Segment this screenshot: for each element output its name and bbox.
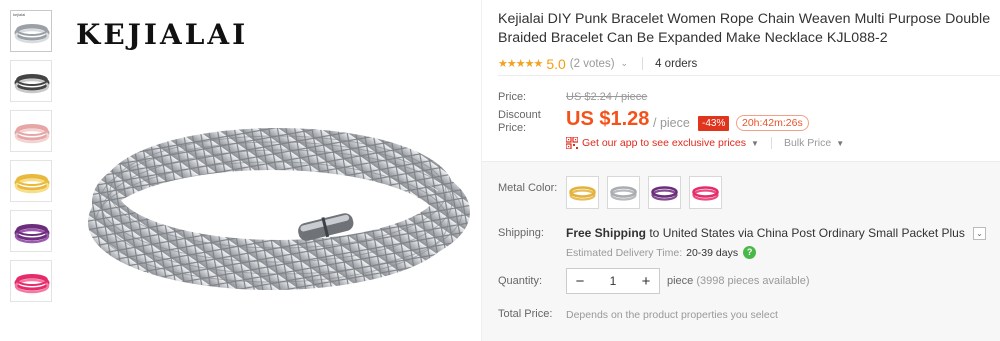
swatch-bracelet-image	[692, 185, 719, 201]
thumbnail-bracelet-image	[14, 74, 50, 94]
quantity-availability: piece (3998 pieces available)	[667, 275, 810, 287]
main-product-image[interactable]: KEJIALAI	[62, 6, 480, 336]
divider	[642, 57, 644, 70]
shipping-dropdown-icon[interactable]: ⌄	[973, 227, 986, 240]
divider	[770, 137, 772, 149]
thumbnail-list: kejialai	[10, 10, 54, 310]
price-label: Price:	[498, 91, 527, 103]
total-price-note: Depends on the product properties you se…	[566, 309, 778, 321]
brand-logo: KEJIALAI	[76, 18, 249, 51]
help-icon[interactable]: ?	[743, 246, 757, 259]
swatch-bracelet-image	[569, 185, 596, 201]
bulk-price-link[interactable]: Bulk Price	[784, 137, 831, 149]
estimated-delivery-label: Estimated Delivery Time:	[566, 246, 683, 259]
total-price-label: Total Price:	[498, 308, 553, 320]
thumbnail-bracelet-image	[14, 24, 50, 44]
dropdown-caret-icon[interactable]: ▼	[836, 139, 844, 148]
thumbnail-bracelet-image	[14, 274, 50, 294]
product-info-panel: Kejialai DIY Punk Bracelet Women Rope Ch…	[481, 0, 1000, 341]
thumbnail-bracelet-image	[14, 124, 50, 144]
product-title: Kejialai DIY Punk Bracelet Women Rope Ch…	[498, 11, 991, 46]
color-swatch-rose[interactable]	[689, 176, 722, 209]
pieces-available: (3998 pieces available)	[696, 275, 810, 287]
qr-code-icon	[566, 137, 578, 149]
estimated-delivery-days: 20-39 days	[686, 246, 739, 259]
thumbnail-2[interactable]	[10, 60, 52, 102]
quantity-unit: piece	[667, 275, 694, 287]
shipping-label: Shipping:	[498, 227, 544, 239]
original-price: US $2.24 / piece	[566, 91, 648, 103]
quantity-stepper: − +	[566, 268, 660, 294]
color-swatch-list	[566, 176, 730, 209]
countdown-timer: 20h:42m:26s	[736, 115, 809, 131]
shipping-info: Free Shipping to United States via China…	[566, 226, 965, 240]
app-deal-link[interactable]: Get our app to see exclusive prices	[582, 137, 746, 149]
free-shipping-text: Free Shipping	[566, 226, 647, 240]
swatch-bracelet-image	[610, 185, 637, 201]
metal-color-label: Metal Color:	[498, 182, 558, 194]
purchase-options: Metal Color: Shipping: Free Shipping to …	[482, 161, 1000, 341]
current-price: US $1.28	[566, 108, 650, 130]
rating-value: 5.0	[546, 55, 566, 72]
chevron-down-icon[interactable]: ⌄	[621, 58, 629, 69]
increase-quantity-button[interactable]: +	[633, 273, 659, 290]
votes-link[interactable]: (2 votes)	[570, 58, 615, 70]
thumbnail-6[interactable]	[10, 260, 52, 302]
star-rating-icon: ★★★★★	[498, 58, 543, 70]
dropdown-caret-icon[interactable]: ▼	[751, 139, 759, 148]
app-deal-row: Get our app to see exclusive prices ▼ Bu…	[566, 137, 844, 149]
color-swatch-purple[interactable]	[648, 176, 681, 209]
thumbnail-1[interactable]: kejialai	[10, 10, 52, 52]
discount-badge: -43%	[698, 116, 730, 131]
shipping-method: to United States via China Post Ordinary…	[646, 226, 965, 240]
thumbnail-bracelet-image	[14, 174, 50, 194]
rating-row: ★★★★★ 5.0 (2 votes) ⌄ 4 orders	[498, 52, 1000, 76]
swatch-bracelet-image	[651, 185, 678, 201]
color-swatch-gold[interactable]	[566, 176, 599, 209]
quantity-label: Quantity:	[498, 275, 543, 287]
color-swatch-silver[interactable]	[607, 176, 640, 209]
thumbnail-4[interactable]	[10, 160, 52, 202]
quantity-input[interactable]	[593, 274, 633, 288]
thumbnail-3[interactable]	[10, 110, 52, 152]
discount-price-label: Discount Price:	[498, 109, 541, 134]
decrease-quantity-button[interactable]: −	[567, 273, 593, 290]
thumbnail-5[interactable]	[10, 210, 52, 252]
price-unit: / piece	[653, 116, 690, 130]
orders-count: 4 orders	[655, 57, 698, 70]
thumbnail-bracelet-image	[14, 224, 50, 244]
bracelet-image	[88, 128, 470, 290]
estimated-delivery: Estimated Delivery Time: 20-39 days ?	[566, 246, 757, 259]
